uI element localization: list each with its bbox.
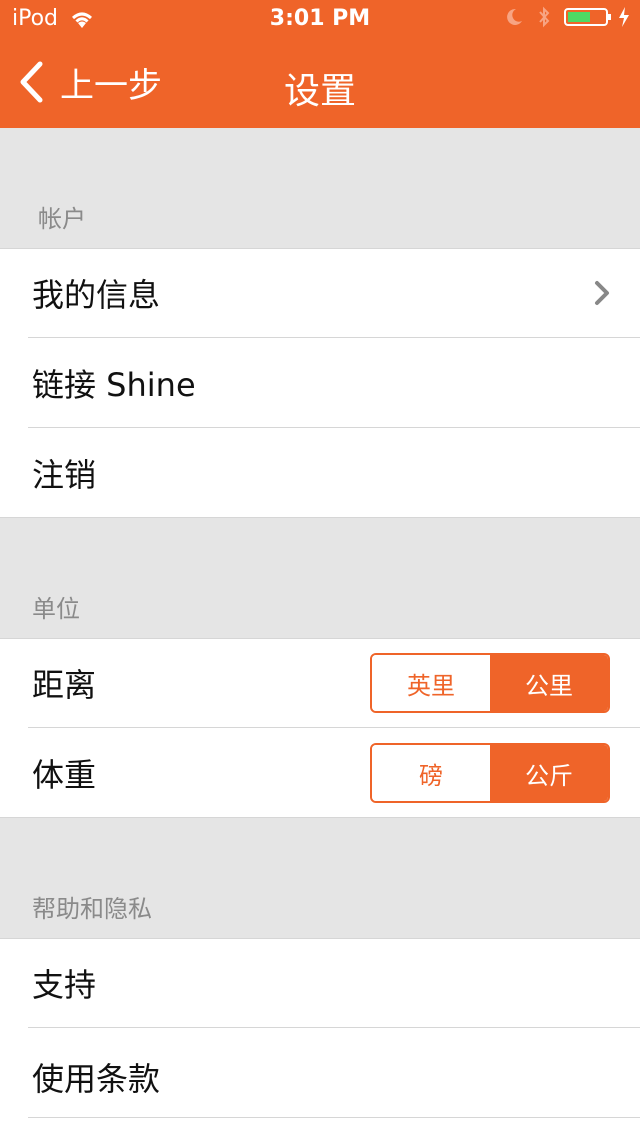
- row-label: 使用条款: [32, 1060, 161, 1098]
- segment-pounds[interactable]: 磅: [372, 745, 490, 801]
- row-label: 我的信息: [32, 276, 161, 314]
- row-label: 距离: [32, 666, 97, 704]
- row-label: 支持: [32, 966, 97, 1004]
- moon-icon: [507, 8, 522, 25]
- row-support[interactable]: 支持: [0, 938, 640, 1028]
- row-terms-of-use[interactable]: 使用条款: [0, 1028, 640, 1136]
- divider: [0, 938, 640, 939]
- section-header-label: 单位: [32, 595, 80, 623]
- row-label: 链接 Shine: [32, 366, 196, 404]
- distance-unit-segmented-control: 英里 公里: [370, 653, 610, 713]
- status-right: [504, 6, 630, 28]
- section-header-label: 帐户: [38, 205, 86, 233]
- navigation-bar: 上一步 设置: [0, 40, 640, 128]
- bluetooth-icon: [539, 6, 550, 28]
- section-header-help: 帮助和隐私: [0, 818, 640, 938]
- segment-miles[interactable]: 英里: [372, 655, 490, 711]
- row-label: 注销: [32, 456, 97, 494]
- divider: [0, 248, 640, 249]
- page-title: 设置: [283, 71, 356, 112]
- row-weight: 体重 磅 公斤: [0, 728, 640, 818]
- row-logout[interactable]: 注销: [0, 428, 640, 518]
- segment-kilograms[interactable]: 公斤: [490, 745, 608, 801]
- charging-bolt-icon: [619, 7, 629, 27]
- weight-unit-segmented-control: 磅 公斤: [370, 743, 610, 803]
- chevron-right-icon: [595, 281, 609, 305]
- status-bar: iPod 3:01 PM: [0, 0, 640, 40]
- section-header-units: 单位: [0, 518, 640, 638]
- segment-kilometers[interactable]: 公里: [490, 655, 608, 711]
- row-label: 体重: [32, 756, 97, 794]
- divider: [28, 1117, 640, 1118]
- battery-icon: [564, 8, 611, 26]
- app-header: iPod 3:01 PM 上一步 设置: [0, 0, 640, 128]
- row-link-shine[interactable]: 链接 Shine: [0, 338, 640, 428]
- section-header-label: 帮助和隐私: [32, 895, 152, 923]
- divider: [0, 638, 640, 639]
- section-header-account: 帐户: [0, 128, 640, 248]
- row-distance: 距离 英里 公里: [0, 638, 640, 728]
- row-my-info[interactable]: 我的信息: [0, 248, 640, 338]
